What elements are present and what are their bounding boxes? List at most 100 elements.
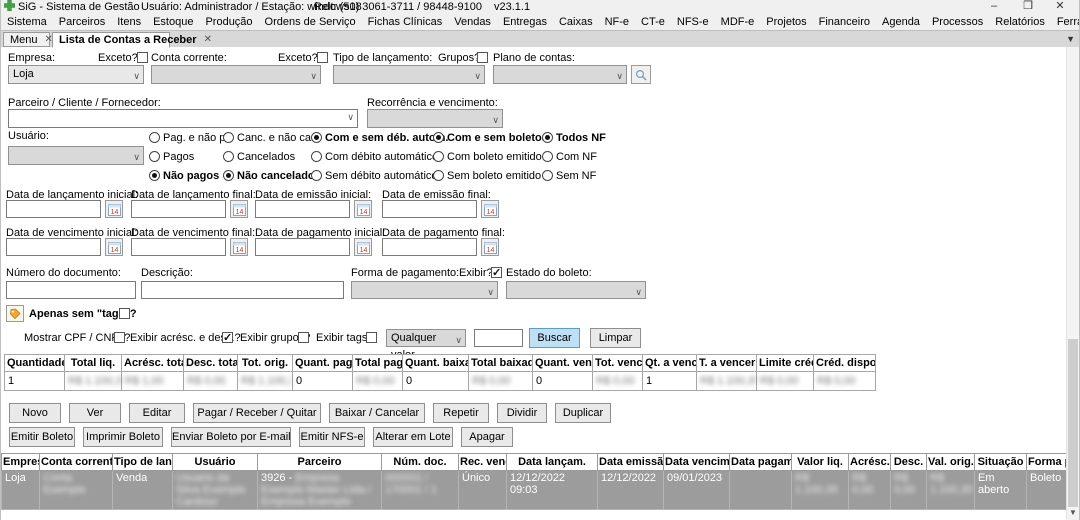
alterar-em-lote-button[interactable]: Alterar em Lote — [373, 427, 453, 447]
radio-nao-cancelados[interactable] — [223, 170, 234, 181]
mostrar-cpf-cnpj-checkbox[interactable] — [114, 332, 125, 343]
radio-sem-debito-automatico[interactable] — [311, 170, 322, 181]
menu-processos[interactable]: Processos — [926, 15, 989, 30]
radio-sem-boleto-emitido[interactable] — [433, 170, 444, 181]
data-pagamento-final-input[interactable] — [382, 238, 477, 256]
menu-mdfe[interactable]: MDF-e — [715, 15, 761, 30]
menu-nfe[interactable]: NF-e — [599, 15, 635, 30]
dividir-button[interactable]: Dividir — [497, 403, 547, 423]
duplicar-button[interactable]: Duplicar — [555, 403, 611, 423]
plano-contas-select[interactable] — [493, 65, 627, 84]
menu-financeiro[interactable]: Financeiro — [813, 15, 876, 30]
tipo-lancamento-select[interactable] — [333, 65, 485, 84]
menu-fichas-clinicas[interactable]: Fichas Clínicas — [362, 15, 449, 30]
menu-caixas[interactable]: Caixas — [553, 15, 599, 30]
data-lancamento-final-calendar-button[interactable]: 14 — [230, 200, 248, 218]
empresa-select[interactable]: Loja — [8, 65, 144, 84]
radio-com-nf[interactable] — [542, 151, 553, 162]
radio-nao-pagos[interactable] — [149, 170, 160, 181]
menu-sistema[interactable]: Sistema — [1, 15, 53, 30]
baixar-cancelar-button[interactable]: Baixar / Cancelar — [329, 403, 425, 423]
descricao-input[interactable] — [141, 281, 344, 299]
scrollbar-thumb[interactable] — [1068, 339, 1078, 507]
data-lancamento-inicial-input[interactable] — [6, 200, 101, 218]
numero-documento-input[interactable] — [6, 281, 136, 299]
data-emissao-final-input[interactable] — [382, 200, 477, 218]
menu-cte[interactable]: CT-e — [635, 15, 671, 30]
menu-projetos[interactable]: Projetos — [760, 15, 812, 30]
data-pagamento-final-calendar-button[interactable]: 14 — [481, 238, 499, 256]
tab-overflow-icon[interactable]: ▼ — [1066, 34, 1075, 44]
novo-button[interactable]: Novo — [9, 403, 61, 423]
radio-todos-nf[interactable] — [542, 132, 553, 143]
data-emissao-final-calendar-button[interactable]: 14 — [481, 200, 499, 218]
ver-button[interactable]: Ver — [69, 403, 121, 423]
qualquer-valor-select[interactable]: Qualquer valor — [386, 329, 466, 347]
radio-canc-e-nao-can[interactable] — [223, 132, 234, 143]
tags-button[interactable] — [6, 305, 24, 322]
buscar-button[interactable]: Buscar — [529, 328, 580, 348]
data-emissao-inicial-calendar-button[interactable]: 14 — [354, 200, 372, 218]
radio-com-boleto-emitido[interactable] — [433, 151, 444, 162]
recorrencia-select[interactable] — [367, 109, 503, 128]
minimize-button[interactable]: – — [979, 0, 1009, 14]
tab-menu[interactable]: Menu ✕ — [3, 32, 50, 47]
estado-boleto-select[interactable] — [506, 281, 646, 299]
limpar-button[interactable]: Limpar — [590, 328, 641, 348]
scroll-down-icon[interactable]: ▼ — [1067, 506, 1079, 519]
plano-contas-search-button[interactable] — [631, 65, 651, 84]
radio-com-debito-automatico[interactable] — [311, 151, 322, 162]
usuario-select[interactable] — [8, 146, 144, 165]
table-row[interactable]: Loja Conta Exemplo Venda Usuario da Silv… — [2, 471, 1080, 510]
data-vencimento-inicial-calendar-button[interactable]: 14 — [105, 238, 123, 256]
data-vencimento-final-input[interactable] — [131, 238, 226, 256]
data-vencimento-final-calendar-button[interactable]: 14 — [230, 238, 248, 256]
imprimir-boleto-button[interactable]: Imprimir Boleto — [83, 427, 163, 447]
radio-com-e-sem-deb-autom[interactable] — [311, 132, 322, 143]
menu-ferramentas[interactable]: Ferramentas — [1051, 15, 1080, 30]
menu-producao[interactable]: Produção — [199, 15, 258, 30]
menu-ordens-de-servico[interactable]: Ordens de Serviço — [259, 15, 362, 30]
emitir-nfse-button[interactable]: Emitir NFS-e — [299, 427, 365, 447]
menu-nfse[interactable]: NFS-e — [671, 15, 715, 30]
apagar-button[interactable]: Apagar — [461, 427, 513, 447]
enviar-boleto-email-button[interactable]: Enviar Boleto por E-mail — [171, 427, 291, 447]
editar-button[interactable]: Editar — [129, 403, 185, 423]
vertical-scrollbar[interactable]: ▼ — [1066, 47, 1079, 520]
data-lancamento-inicial-calendar-button[interactable]: 14 — [105, 200, 123, 218]
conta-corrente-select[interactable] — [151, 65, 321, 84]
grupos-checkbox[interactable] — [477, 52, 488, 63]
exibir-checkbox[interactable] — [491, 267, 502, 278]
tab-lista-close-icon[interactable]: ✕ — [204, 35, 212, 45]
exceto1-checkbox[interactable] — [137, 52, 148, 63]
radio-pag-e-nao-p[interactable] — [149, 132, 160, 143]
emitir-boleto-button[interactable]: Emitir Boleto — [9, 427, 75, 447]
menu-relatorios[interactable]: Relatórios — [989, 15, 1051, 30]
radio-sem-nf[interactable] — [542, 170, 553, 181]
menu-agenda[interactable]: Agenda — [876, 15, 926, 30]
repetir-button[interactable]: Repetir — [433, 403, 489, 423]
pagar-receber-quitar-button[interactable]: Pagar / Receber / Quitar — [193, 403, 321, 423]
exibir-grupos-checkbox[interactable] — [298, 332, 309, 343]
close-button[interactable]: ✕ — [1045, 0, 1075, 14]
menu-estoque[interactable]: Estoque — [147, 15, 199, 30]
parceiro-combobox[interactable] — [8, 109, 358, 128]
data-pagamento-inicial-calendar-button[interactable]: 14 — [354, 238, 372, 256]
data-lancamento-final-input[interactable] — [131, 200, 226, 218]
menu-itens[interactable]: Itens — [111, 15, 147, 30]
apenas-sem-tags-checkbox[interactable] — [119, 308, 130, 319]
radio-com-e-sem-boletos[interactable] — [433, 132, 444, 143]
data-vencimento-inicial-input[interactable] — [6, 238, 101, 256]
menu-vendas[interactable]: Vendas — [448, 15, 497, 30]
exceto2-checkbox[interactable] — [317, 52, 328, 63]
tab-lista-de-contas-a-receber[interactable]: Lista de Contas a Receber ✕ — [52, 32, 170, 48]
forma-pagamento-select[interactable] — [351, 281, 498, 299]
radio-pagos[interactable] — [149, 151, 160, 162]
data-emissao-inicial-input[interactable] — [255, 200, 350, 218]
exibir-acresc-desc-checkbox[interactable] — [222, 332, 233, 343]
maximize-button[interactable]: ❒ — [1013, 0, 1043, 14]
exibir-tags-checkbox[interactable] — [366, 332, 377, 343]
radio-cancelados[interactable] — [223, 151, 234, 162]
valor-input[interactable] — [474, 329, 523, 347]
menu-parceiros[interactable]: Parceiros — [53, 15, 111, 30]
